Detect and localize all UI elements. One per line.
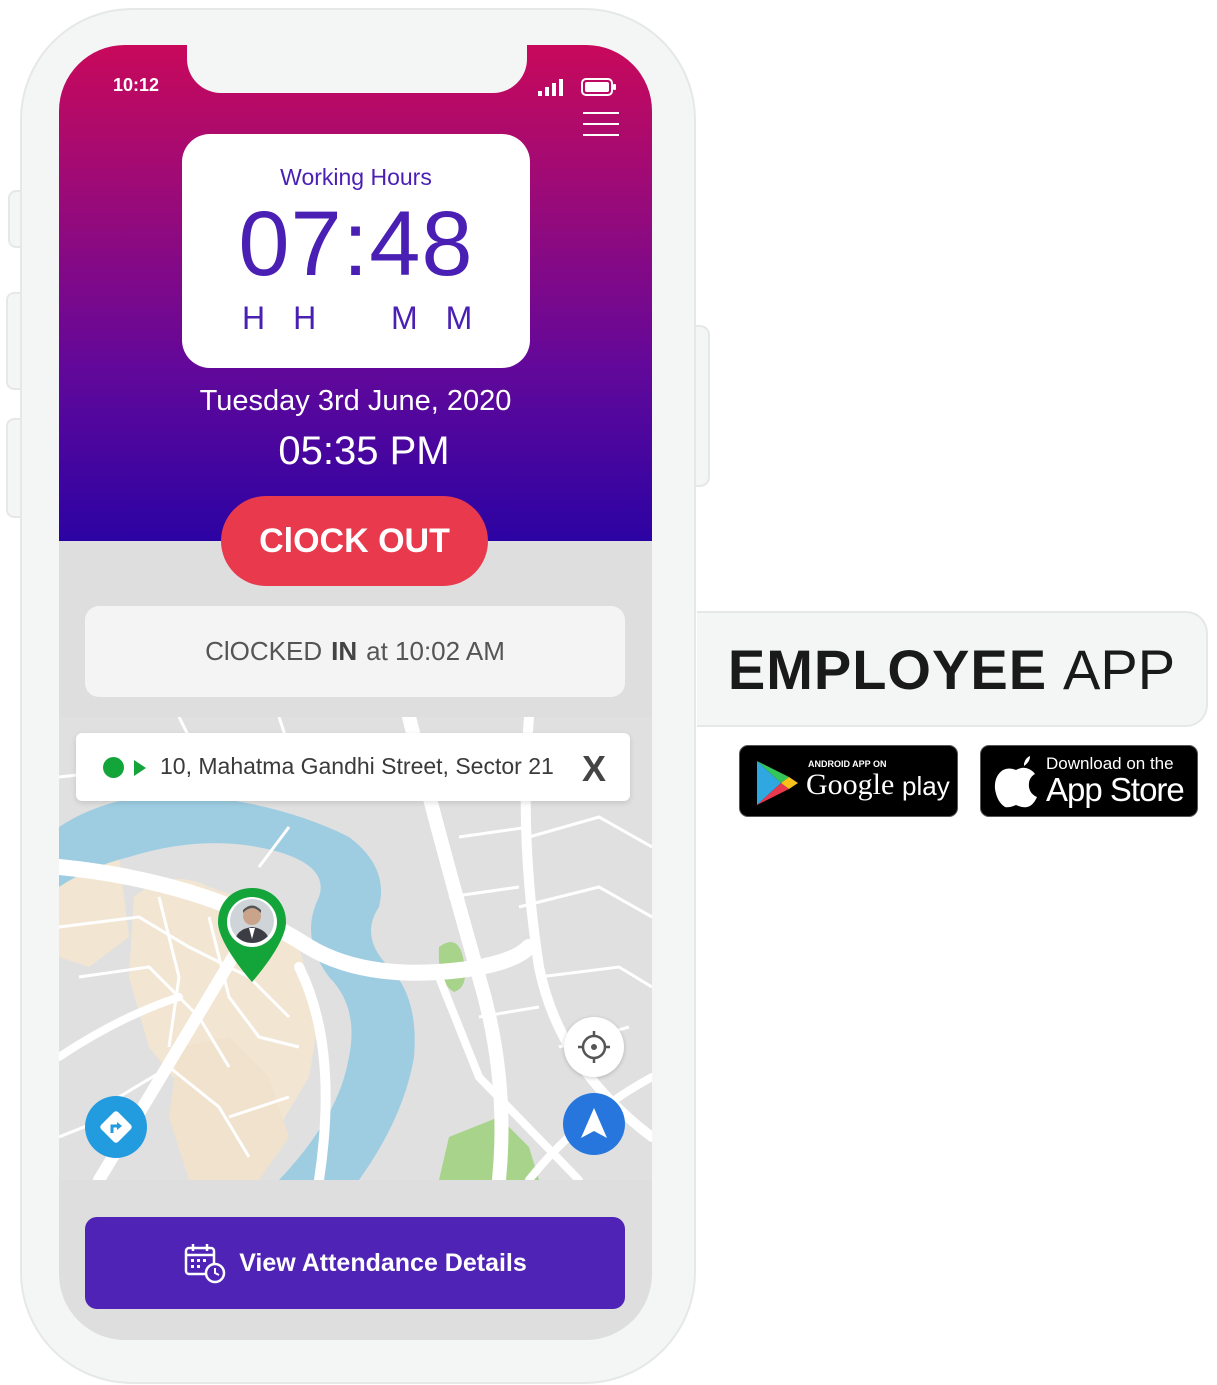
battery-icon <box>581 78 616 96</box>
google-play-icon <box>757 761 798 805</box>
minutes-unit-label: MM <box>391 300 501 336</box>
address-bar[interactable]: 10, Mahatma Gandhi Street, Sector 21 X <box>76 733 630 801</box>
locate-me-button[interactable] <box>564 1017 624 1077</box>
google-badge-play: play <box>902 771 950 801</box>
google-play-badge[interactable]: ANDROID APP ON Google play <box>739 745 958 817</box>
hours-unit-label: HH <box>242 300 345 336</box>
directions-icon <box>100 1111 132 1143</box>
calendar-clock-icon <box>184 1244 226 1284</box>
status-time: 10:12 <box>113 75 160 95</box>
locate-icon <box>578 1031 610 1063</box>
view-attendance-button[interactable]: View Attendance Details <box>85 1217 625 1309</box>
avatar <box>230 899 274 943</box>
current-date: Tuesday 3rd June, 2020 <box>199 385 512 417</box>
play-arrow-icon <box>134 760 146 776</box>
app-store-badge[interactable]: Download on the App Store <box>980 745 1198 817</box>
signal-icon <box>538 79 563 96</box>
directions-button[interactable] <box>85 1096 147 1158</box>
working-hours-value: 07:48 <box>238 193 474 295</box>
phone-notch <box>187 45 527 93</box>
navigation-arrow-icon <box>581 1108 607 1138</box>
clock-out-button[interactable]: ClOCK OUT <box>221 496 488 586</box>
working-hours-card: Working Hours 07:48 HH MM <box>182 134 530 368</box>
apple-badge-large: App Store <box>1046 771 1185 808</box>
employee-app-label: EMPLOYEE APP <box>697 611 1208 727</box>
brand-title-bold: EMPLOYEE <box>727 637 1048 701</box>
phone-screen: 10:12 Working Hours 07:48 HH MM Tuesday … <box>59 45 652 1340</box>
current-time: 05:35 PM <box>278 429 450 473</box>
menu-icon[interactable] <box>583 112 619 136</box>
clocked-in-time: at 10:02 AM <box>366 636 505 666</box>
working-hours-label: Working Hours <box>280 164 432 190</box>
google-badge-google: Google <box>806 768 895 801</box>
location-dot-icon <box>103 757 124 778</box>
view-attendance-label: View Attendance Details <box>239 1248 527 1277</box>
brand-title-regular: APP <box>1063 637 1176 701</box>
navigation-button[interactable] <box>563 1093 625 1155</box>
clocked-in-status: ClOCKED IN at 10:02 AM <box>85 606 625 697</box>
clocked-in-prefix: ClOCKED <box>205 636 323 666</box>
clocked-in-status-word: IN <box>331 636 358 666</box>
close-icon[interactable]: X <box>582 748 606 790</box>
address-text: 10, Mahatma Gandhi Street, Sector 21 <box>160 753 554 779</box>
apple-icon <box>994 756 1037 808</box>
